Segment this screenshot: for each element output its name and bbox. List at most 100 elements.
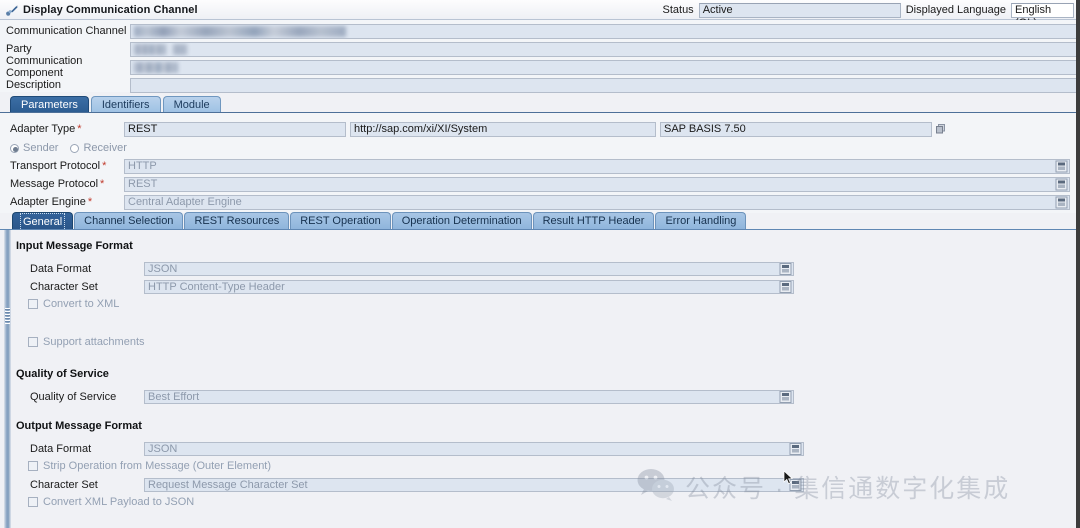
subtab-rest-resources[interactable]: REST Resources [184,212,290,229]
checkbox-convert-to-xml[interactable]: Convert to XML [28,296,119,311]
channel-header-form: Communication Channel Party Communicatio… [0,20,1076,94]
main-tabbar: Parameters Identifiers Module [0,96,1076,113]
value-help-icon[interactable] [779,390,792,403]
titlebar-right-group: Status Active Displayed Language English… [662,0,1077,29]
row-adapter-engine: Adapter Engine * Central Adapter Engine [0,193,1076,211]
row-adapter-type: Adapter Type * REST http://sap.com/xi/XI/… [0,120,1076,138]
convert-to-xml-label: Convert to XML [43,297,120,310]
value-help-icon[interactable] [779,280,792,293]
tab-identifiers[interactable]: Identifiers [90,96,161,112]
adapter-type-label: Adapter Type * [10,123,82,135]
subtab-error-handling[interactable]: Error Handling [655,212,747,229]
radio-dot-icon [10,143,19,153]
checkbox-icon[interactable] [28,298,38,309]
input-character-set-label: Character Set [30,280,98,293]
row-output-character-set: Character Set Request Message Character … [30,476,830,493]
radio-receiver[interactable]: Receiver [70,142,127,154]
parameters-panel: Adapter Type * REST http://sap.com/xi/XI/… [0,113,1076,213]
communication-channel-field[interactable] [130,23,1076,39]
output-message-format-heading: Output Message Format [16,420,142,432]
checkbox-convert-xml-payload-to-json[interactable]: Convert XML Payload to JSON [28,494,194,509]
required-marker: * [102,160,107,172]
party-field[interactable] [130,41,1076,57]
channel-pencil-icon [5,3,19,17]
input-data-format-label: Data Format [30,262,92,275]
message-protocol-label: Message Protocol * [10,178,105,190]
panel-splitter[interactable] [4,230,11,528]
redacted-value [134,61,178,73]
required-marker: * [77,123,82,135]
subtab-rest-operation[interactable]: REST Operation [290,212,391,229]
radio-sender[interactable]: Sender [10,142,58,154]
quality-of-service-value[interactable]: Best Effort [144,389,794,404]
input-data-format-value[interactable]: JSON [144,261,794,276]
tab-module[interactable]: Module [162,96,221,112]
checkbox-icon[interactable] [28,496,38,507]
row-input-character-set: Character Set HTTP Content-Type Header [30,278,830,295]
general-tab-content: Input Message Format Data Format JSON Ch… [0,230,1076,528]
quality-of-service-heading: Quality of Service [16,368,109,380]
value-help-icon[interactable] [1055,178,1068,191]
displayed-language-select[interactable]: English (OL) [1011,2,1074,29]
strip-operation-label: Strip Operation from Message (Outer Elem… [43,459,272,472]
transport-protocol-label: Transport Protocol * [10,160,107,172]
mouse-cursor-icon [783,470,794,485]
checkbox-strip-operation-from-message[interactable]: Strip Operation from Message (Outer Elem… [28,458,271,473]
input-message-format-heading: Input Message Format [16,240,133,252]
required-marker: * [87,196,93,208]
support-attachments-label: Support attachments [43,335,145,348]
value-help-icon[interactable] [1055,196,1068,209]
description-label: Description [6,79,62,91]
checkbox-icon[interactable] [28,460,38,471]
status-value: Active [698,2,901,18]
redacted-value [134,43,166,55]
subtab-operation-determination[interactable]: Operation Determination [391,212,532,229]
communication-component-field[interactable] [130,59,1076,75]
value-help-icon[interactable] [789,442,802,455]
quality-of-service-label: Quality of Service [30,390,117,403]
row-message-protocol: Message Protocol * REST [0,175,1076,193]
required-marker: * [100,178,105,190]
value-help-icon[interactable] [935,123,947,135]
adapter-engine-label: Adapter Engine * [10,196,93,208]
row-output-data-format: Data Format JSON [30,440,830,457]
status-label: Status [662,4,694,16]
output-data-format-value[interactable]: JSON [144,441,804,456]
message-protocol-value[interactable]: REST [124,176,1070,192]
communication-channel-label: Communication Channel [6,25,127,37]
redacted-value [173,43,187,55]
page-title: Display Communication Channel [23,3,198,16]
description-field[interactable] [130,77,1076,93]
redacted-value [134,25,346,37]
value-help-icon[interactable] [1055,160,1068,173]
row-quality-of-service: Quality of Service Best Effort [30,388,830,405]
value-help-icon[interactable] [779,262,792,275]
tab-parameters[interactable]: Parameters [10,96,89,112]
party-label: Party [6,43,32,55]
row-description: Description [0,76,1076,94]
general-subtabbar: General Channel Selection REST Resources… [0,212,1076,231]
adapter-namespace-value[interactable]: http://sap.com/xi/XI/System [350,121,656,137]
transport-protocol-value[interactable]: HTTP [124,158,1070,174]
adapter-engine-value[interactable]: Central Adapter Engine [124,194,1070,210]
input-character-set-value[interactable]: HTTP Content-Type Header [144,279,794,294]
subtab-general[interactable]: General [12,212,74,231]
window-titlebar: Display Communication Channel Status Act… [0,0,1077,29]
adapter-swcv-value[interactable]: SAP BASIS 7.50 [660,121,932,137]
row-input-data-format: Data Format JSON [30,260,830,277]
subtab-result-http-header[interactable]: Result HTTP Header [532,212,655,229]
checkbox-icon[interactable] [28,336,38,347]
checkbox-support-attachments[interactable]: Support attachments [28,334,145,349]
row-communication-component: Communication Component [0,55,1076,79]
subtab-channel-selection[interactable]: Channel Selection [74,212,184,229]
radio-receiver-label: Receiver [83,142,127,154]
row-transport-protocol: Transport Protocol * HTTP [0,157,1076,175]
adapter-type-value[interactable]: REST [124,121,346,137]
row-communication-channel: Communication Channel [0,22,1076,40]
output-character-set-value[interactable]: Request Message Character Set [144,477,804,492]
splitter-grip-icon[interactable] [5,308,10,324]
row-party: Party [0,40,1076,58]
displayed-language-label: Displayed Language [905,4,1006,16]
radio-dot-icon [70,143,80,153]
radio-sender-label: Sender [23,142,59,154]
